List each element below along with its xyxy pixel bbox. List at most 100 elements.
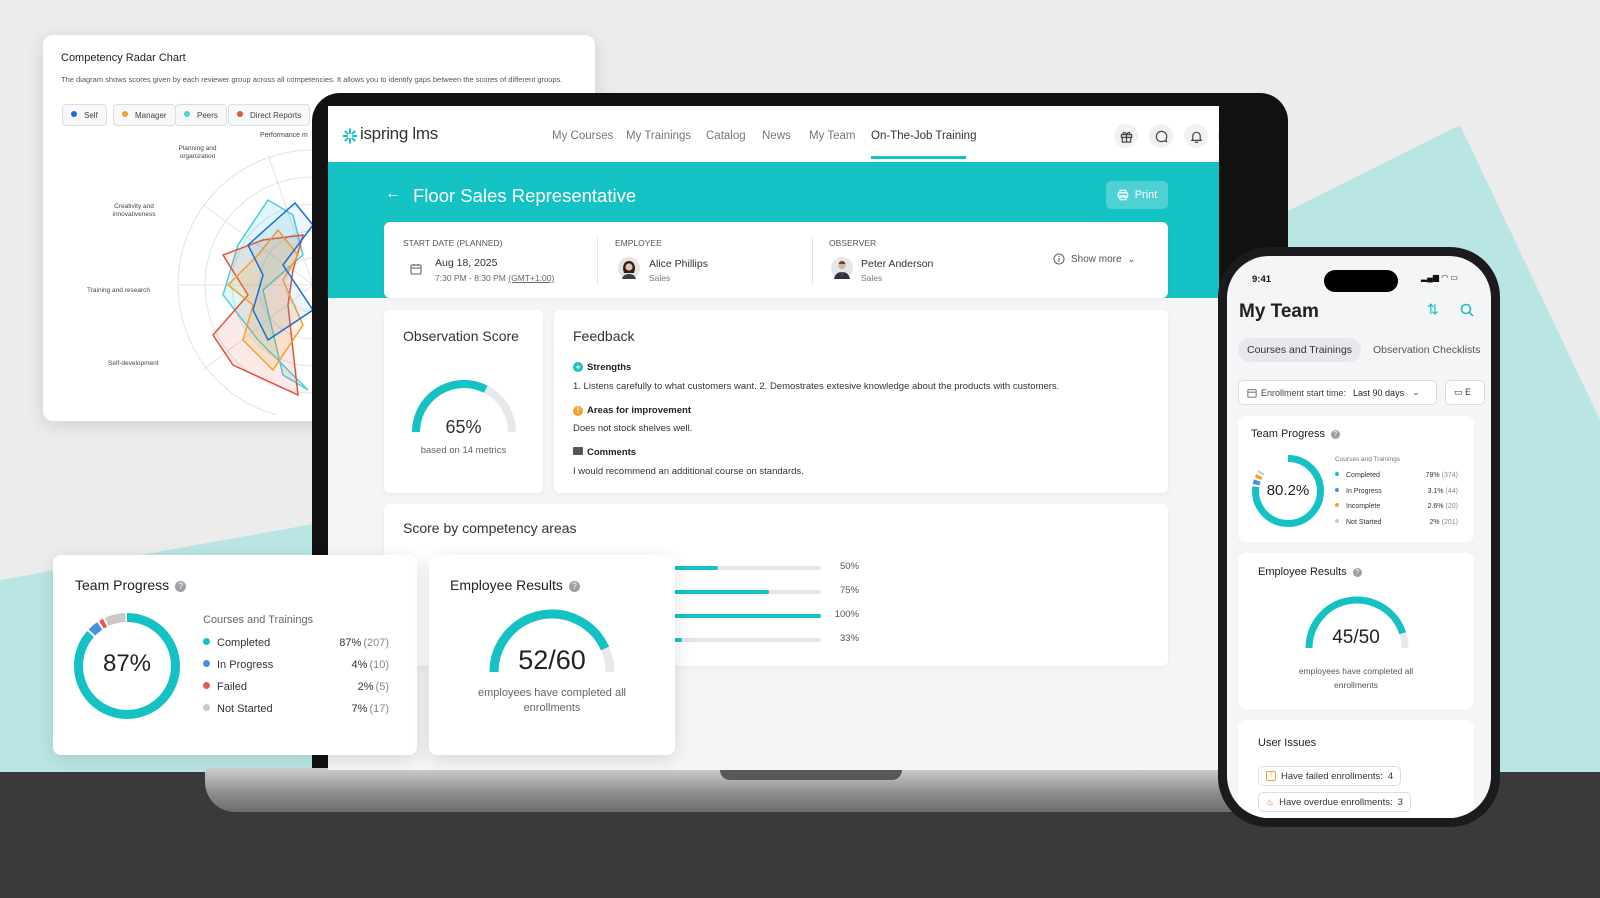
- competency-title: Score by competency areas: [403, 520, 577, 536]
- notifications-button[interactable]: [1184, 124, 1208, 148]
- status-icons: ▂▄▆ ◠ ▭: [1421, 273, 1458, 282]
- start-date-label: START DATE (PLANNED): [403, 238, 503, 248]
- competency-bar-label: 33%: [839, 633, 859, 644]
- legend-dot: [203, 638, 210, 645]
- search-icon[interactable]: [1460, 303, 1474, 317]
- legend-value: 87% (207): [339, 637, 389, 649]
- chevron-down-icon: ⌄: [1127, 253, 1136, 264]
- user-avatar-icon: [1218, 131, 1219, 141]
- issue-overdue-enrollments[interactable]: ♨ Have overdue enrollments: 3: [1258, 792, 1411, 812]
- nav-news[interactable]: News: [762, 130, 791, 142]
- axis-label-performance: Performance m: [260, 132, 308, 139]
- chat-button[interactable]: [1149, 124, 1173, 148]
- employee-results-title: Employee Results?: [450, 577, 580, 593]
- nav-my-trainings[interactable]: My Trainings: [626, 130, 691, 142]
- employee-label: EMPLOYEE: [615, 238, 662, 248]
- employee-results-value: 52/60: [518, 645, 586, 675]
- enrollment-filter[interactable]: Enrollment start time: Last 90 days ⌄: [1238, 380, 1437, 405]
- legend-dot: [203, 682, 210, 689]
- self-dot: [71, 111, 77, 117]
- observer-name[interactable]: Peter Anderson: [861, 258, 933, 270]
- logo-text[interactable]: ispring lms: [360, 124, 438, 144]
- legend-self[interactable]: Self: [62, 104, 107, 126]
- legend-dot: [1335, 518, 1339, 523]
- nav-catalog[interactable]: Catalog: [706, 130, 746, 142]
- user-issues-title: User Issues: [1258, 737, 1317, 749]
- legend-dot: [1335, 503, 1339, 507]
- legend-dot: [1335, 487, 1339, 492]
- nav-on-the-job-training[interactable]: On-The-Job Training: [871, 130, 976, 142]
- help-icon[interactable]: ?: [1330, 430, 1340, 439]
- phone-employee-results-value: 45/50: [1332, 627, 1380, 648]
- warning-circle-icon: !: [573, 406, 583, 416]
- competency-bar-label: 75%: [839, 585, 859, 596]
- tab-courses-and-trainings[interactable]: Courses and Trainings: [1238, 338, 1362, 362]
- help-icon[interactable]: ?: [1352, 568, 1362, 577]
- legend-row-in-progress: In Progress: [203, 659, 273, 671]
- nav-my-courses[interactable]: My Courses: [552, 130, 613, 142]
- comments-heading: Comments: [573, 447, 636, 458]
- plus-circle-icon: +: [573, 362, 583, 372]
- axis-label-training: Training and research: [87, 287, 150, 294]
- legend-peers[interactable]: Peers: [175, 104, 227, 126]
- improvement-text: Does not stock shelves well.: [573, 423, 693, 434]
- comments-text: I would recommend an additional course o…: [573, 466, 804, 477]
- calendar-icon: [1247, 388, 1257, 398]
- nav-my-team[interactable]: My Team: [809, 130, 855, 142]
- status-time: 9:41: [1252, 274, 1272, 285]
- employee-name[interactable]: Alice Phillips: [649, 258, 708, 270]
- legend-row-not-started: Not Started: [203, 703, 273, 715]
- legend-value: 78% (374): [1425, 472, 1458, 479]
- second-filter[interactable]: ▭ E: [1445, 380, 1485, 405]
- legend-row-incomplete: Incomplete: [1335, 503, 1380, 510]
- ispring-logo-icon: [342, 128, 358, 144]
- print-button[interactable]: Print: [1106, 181, 1168, 209]
- team-progress-value: 87%: [102, 650, 152, 677]
- help-icon[interactable]: ?: [568, 581, 580, 592]
- phone-employee-results-card: Employee Results? 45/50 employees have c…: [1238, 553, 1474, 709]
- legend-row-in-progress: In Progress: [1335, 487, 1382, 495]
- session-info-card: START DATE (PLANNED) Aug 18, 2025 7:30 P…: [384, 222, 1168, 298]
- help-icon[interactable]: ?: [175, 581, 187, 592]
- tab-observation-checklists[interactable]: Observation Checklists: [1364, 338, 1489, 362]
- phone-team-progress-subtitle: Courses and Trainings: [1335, 456, 1401, 463]
- phone-user-issues-card: User Issues ! Have failed enrollments: 4…: [1238, 720, 1474, 818]
- gift-button[interactable]: [1114, 124, 1138, 148]
- phone-employee-results-caption-1: employees have completed all: [1298, 666, 1414, 676]
- observation-score-value: 65%: [445, 417, 482, 437]
- top-nav: ispring lms My Courses My Trainings Cata…: [328, 106, 1219, 162]
- phone-team-progress-card: Team Progress? 80.2% Courses and Trainin…: [1238, 416, 1474, 542]
- phone-frame: 9:41 ▂▄▆ ◠ ▭ My Team ⇅ Courses and Train…: [1218, 247, 1500, 827]
- observer-dept: Sales: [861, 273, 883, 283]
- manager-dot: [122, 111, 128, 117]
- info-icon: [1053, 253, 1065, 265]
- legend-direct-reports[interactable]: Direct Reports: [228, 104, 311, 126]
- phone-employee-results-title: Employee Results?: [1258, 566, 1362, 578]
- legend-dot: [203, 660, 210, 667]
- issue-failed-enrollments[interactable]: ! Have failed enrollments: 4: [1258, 766, 1402, 786]
- legend-manager[interactable]: Manager: [113, 104, 176, 126]
- phone-employee-results-caption-2: enrollments: [1334, 680, 1378, 690]
- feedback-title: Feedback: [573, 328, 635, 344]
- timezone: (GMT+1:00): [508, 273, 555, 283]
- strengths-text: 1. Listens carefully to what customers w…: [573, 381, 1060, 392]
- calendar-icon: [410, 264, 422, 275]
- radar-description: The diagram shows scores given by each r…: [61, 75, 563, 84]
- observation-caption: based on 14 metrics: [420, 445, 507, 456]
- warning-icon: !: [1266, 771, 1276, 781]
- observer-label: OBSERVER: [829, 238, 877, 248]
- avatar[interactable]: [1218, 124, 1219, 148]
- strengths-heading: + Strengths: [573, 362, 631, 373]
- legend-dot: [1335, 472, 1339, 476]
- legend-row-completed: Completed: [203, 637, 270, 649]
- active-tab-indicator: [871, 156, 966, 159]
- competency-bar-label: 100%: [834, 609, 859, 620]
- phone-title: My Team: [1239, 301, 1319, 322]
- sort-icon[interactable]: ⇅: [1427, 301, 1439, 318]
- show-more-button[interactable]: Show more ⌄: [1053, 253, 1135, 265]
- team-progress-card: Team Progress? 87% Courses and Trainings…: [53, 555, 417, 755]
- dynamic-island: [1324, 270, 1398, 292]
- back-arrow-icon[interactable]: ←: [385, 185, 401, 203]
- start-date-value: Aug 18, 2025: [435, 257, 498, 269]
- legend-value: 2% (5): [357, 681, 389, 693]
